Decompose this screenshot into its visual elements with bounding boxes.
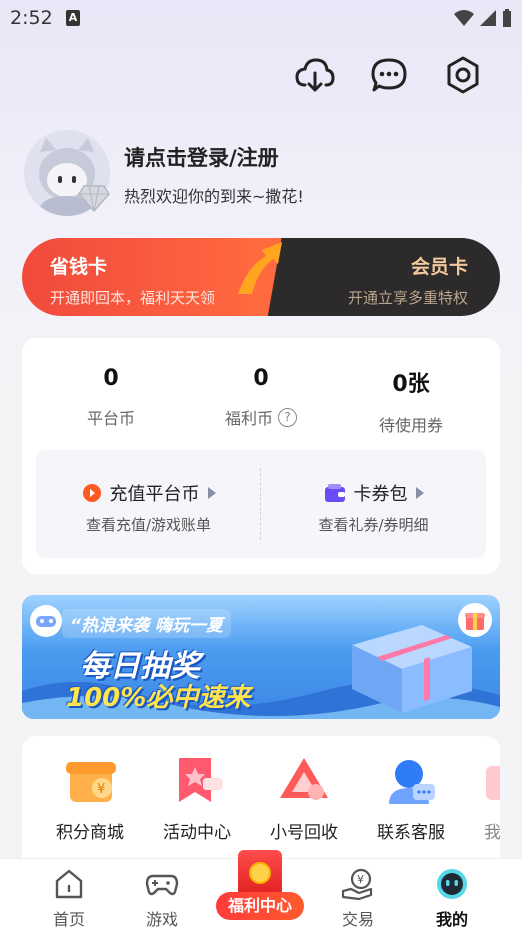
tab-home[interactable]: 首页: [29, 867, 109, 929]
tab-label: 游戏: [145, 910, 178, 929]
trade-icon: ¥: [341, 867, 375, 901]
service-points-mall[interactable]: ¥ 积分商城: [40, 754, 140, 843]
welfare-coin-label: 福利币: [224, 409, 273, 428]
status-time: 2:52: [10, 7, 53, 29]
battery-icon: [503, 9, 511, 27]
help-icon[interactable]: ?: [278, 407, 297, 427]
platform-coin-stat[interactable]: 0 平台币: [36, 366, 186, 429]
gamepad-icon: [145, 867, 179, 901]
wallet-actions: 充值平台币 查看充值/游戏账单 卡券包 查看礼券/券明细: [36, 450, 486, 558]
wallet-card: 0 平台币 0 福利币 ? 0张 待使用券 充值平台币 查看充值/游戏账单 卡券…: [22, 338, 500, 574]
service-label: 积分商城: [56, 823, 124, 843]
status-icons: [454, 9, 512, 27]
tab-label: 交易: [341, 910, 374, 929]
service-label: 小号回收: [270, 823, 338, 843]
arrow-right-icon: [207, 487, 216, 499]
home-icon: [52, 867, 86, 901]
coupon-value: 0张: [392, 372, 430, 397]
service-label: 活动中心: [163, 823, 231, 843]
tab-mine[interactable]: 我的: [412, 867, 492, 929]
card-wallet-title: 卡券包: [353, 484, 408, 505]
service-account-recycle[interactable]: 小号回收: [254, 754, 354, 843]
coin-icon: [249, 862, 271, 884]
signal-icon: [480, 10, 496, 26]
promo-subtitle: 100%必中速来: [66, 683, 251, 713]
daily-lottery-banner[interactable]: “热浪来袭 嗨玩一夏 每日抽奖 100%必中速来: [22, 595, 500, 719]
welfare-center-label: 福利中心: [216, 892, 304, 920]
mine-face-icon: [435, 867, 469, 901]
customer-service-icon: [381, 754, 441, 806]
svg-text:¥: ¥: [97, 782, 105, 797]
tab-label: 我的: [435, 910, 468, 929]
wallet-icon: [324, 484, 345, 502]
up-arrow-icon: [226, 236, 286, 296]
arrow-right-icon: [415, 487, 424, 499]
tab-welfare-center[interactable]: 福利中心: [212, 848, 308, 924]
recharge-icon: [82, 484, 101, 502]
card-wallet-subtitle: 查看礼券/券明细: [318, 516, 429, 534]
coupon-stat[interactable]: 0张 待使用券: [336, 366, 486, 436]
svg-text:¥: ¥: [357, 873, 364, 886]
notification-a-icon: A: [66, 10, 80, 26]
tab-label: 首页: [52, 910, 85, 929]
coupon-label: 待使用券: [378, 416, 443, 435]
recharge-title: 充值平台币: [109, 484, 200, 505]
download-cloud-icon[interactable]: [294, 54, 336, 96]
points-mall-icon: ¥: [60, 754, 120, 806]
services-grid: ¥ 积分商城 活动中心 小号回收 联系客服 我: [22, 736, 500, 866]
welfare-coin-stat[interactable]: 0 福利币 ?: [186, 366, 336, 429]
service-more[interactable]: 我: [442, 754, 500, 843]
tab-trade[interactable]: ¥ 交易: [318, 867, 398, 929]
tab-games[interactable]: 游戏: [122, 867, 202, 929]
card-wallet-button[interactable]: 卡券包 查看礼券/券明细: [261, 480, 486, 535]
recharge-subtitle: 查看充值/游戏账单: [85, 516, 212, 534]
gamepad-icon: [30, 605, 62, 637]
welcome-text: 热烈欢迎你的到来~撒花!: [124, 187, 304, 206]
status-bar: 2:52 A: [0, 0, 522, 36]
platform-coin-value: 0: [103, 366, 119, 391]
promo-tagline: “热浪来袭 嗨玩一夏: [62, 609, 231, 638]
more-icon: [464, 754, 500, 806]
activity-center-icon: [167, 754, 227, 806]
login-register-link[interactable]: 请点击登录/注册: [124, 142, 279, 172]
diamond-badge-icon: [78, 184, 110, 213]
welfare-coin-value: 0: [253, 366, 269, 391]
gift-icon: [458, 603, 492, 637]
platform-coin-label: 平台币: [86, 409, 135, 428]
message-icon[interactable]: [368, 54, 410, 96]
header-actions: [294, 54, 484, 96]
wifi-icon: [454, 10, 474, 26]
account-recycle-icon: [274, 754, 334, 806]
settings-icon[interactable]: [442, 54, 484, 96]
recharge-platform-coin-button[interactable]: 充值平台币 查看充值/游戏账单: [36, 480, 261, 535]
service-activity-center[interactable]: 活动中心: [147, 754, 247, 843]
service-label: 我: [484, 823, 500, 843]
